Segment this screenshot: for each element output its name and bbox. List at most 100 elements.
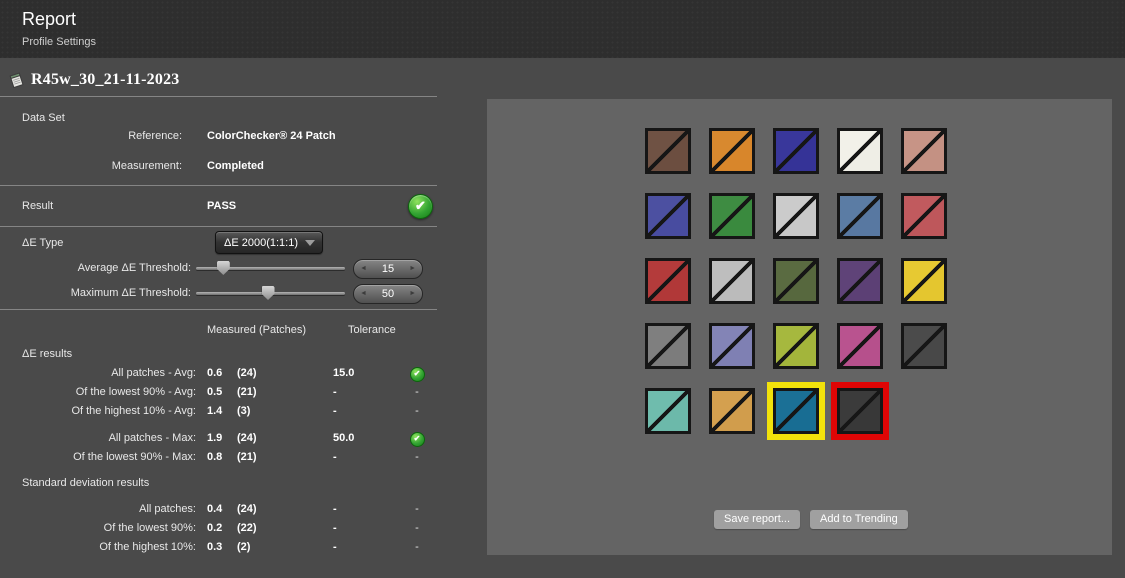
page-subtitle: Profile Settings (22, 36, 96, 48)
row-label: Of the lowest 90%: (0, 519, 196, 538)
color-patch[interactable] (901, 193, 947, 239)
results-row: All patches:0.4(24)-- (0, 500, 437, 519)
color-patch[interactable] (773, 128, 819, 174)
color-patch[interactable] (709, 128, 755, 174)
row-label: All patches - Max: (0, 429, 196, 448)
patch-count: (2) (237, 538, 250, 557)
slider-handle[interactable] (217, 261, 230, 275)
results-row: All patches - Avg:0.6(24)15.0✔ (0, 364, 437, 383)
reference-value: ColorChecker® 24 Patch (207, 130, 336, 142)
measurement-value: Completed (207, 160, 264, 172)
measured-value: 0.5 (207, 383, 222, 402)
page-title: Report (22, 9, 76, 30)
color-patch[interactable] (645, 258, 691, 304)
column-header-tolerance: Tolerance (348, 324, 396, 336)
max-threshold-label: Maximum ΔE Threshold: (0, 287, 191, 299)
results-row: Of the lowest 90% - Max: 0.8 (21) - - (0, 448, 437, 467)
row-label: Of the highest 10% - Avg: (0, 402, 196, 421)
color-patch[interactable] (901, 323, 947, 369)
results-row: Of the highest 10%:0.3(2)-- (0, 538, 437, 557)
results-section-title: Standard deviation results (0, 474, 437, 493)
patch-panel: Save report... Add to Trending (487, 99, 1112, 555)
tolerance-value: - (333, 519, 337, 538)
color-patch[interactable] (837, 323, 883, 369)
color-patch[interactable] (773, 323, 819, 369)
results-row: All patches - Max: 1.9 (24) 50.0 ✔ (0, 429, 437, 448)
results-row: Of the lowest 90%: 0.2 (22) - - (0, 519, 437, 538)
color-patch[interactable] (901, 258, 947, 304)
color-patch[interactable] (645, 388, 691, 434)
measured-value: 0.8 (207, 448, 222, 467)
color-patch[interactable] (837, 128, 883, 174)
add-to-trending-button[interactable]: Add to Trending (810, 510, 908, 529)
row-status: - (408, 383, 426, 402)
max-threshold-spinner[interactable]: ◄ 50 ► (353, 284, 423, 304)
avg-threshold-spinner[interactable]: ◄ 15 ► (353, 259, 423, 279)
spinner-right-arrow-icon[interactable]: ► (403, 261, 422, 277)
max-threshold-slider[interactable] (196, 286, 345, 301)
color-patch[interactable] (773, 193, 819, 239)
reference-label: Reference: (0, 130, 182, 142)
report-icon (8, 72, 25, 89)
color-patch[interactable] (645, 128, 691, 174)
color-patch[interactable] (709, 323, 755, 369)
row-status: - (408, 500, 426, 519)
color-patch-highlighted[interactable] (837, 388, 883, 434)
measured-value: 0.4 (207, 500, 222, 519)
results-row: Of the lowest 90% - Avg: 0.5 (21) - - (0, 383, 437, 402)
avg-threshold-value: 15 (373, 263, 403, 275)
status-dash: - (415, 503, 419, 515)
color-patch[interactable] (709, 193, 755, 239)
color-patch[interactable] (709, 258, 755, 304)
color-patch[interactable] (645, 193, 691, 239)
panel-buttons: Save report... Add to Trending (714, 510, 908, 529)
measured-value: 0.6 (207, 364, 222, 383)
tolerance-value: - (333, 383, 337, 402)
status-dash: - (415, 405, 419, 417)
color-patch-highlighted[interactable] (773, 388, 819, 434)
de-type-label: ΔE Type (22, 237, 63, 249)
color-patch[interactable] (901, 128, 947, 174)
measured-value: 0.3 (207, 538, 222, 557)
patch-count: (3) (237, 402, 250, 421)
color-patch[interactable] (645, 323, 691, 369)
de-type-selected: ΔE 2000(1:1:1) (216, 237, 305, 249)
color-patch[interactable] (837, 193, 883, 239)
measurement-label: Measurement: (0, 160, 182, 172)
row-status: ✔ (408, 429, 426, 448)
save-report-button[interactable]: Save report... (714, 510, 800, 529)
de-type-dropdown[interactable]: ΔE 2000(1:1:1) (215, 231, 323, 254)
measured-value: 0.2 (207, 519, 222, 538)
tolerance-value: - (333, 448, 337, 467)
status-dash: - (415, 541, 419, 553)
slider-handle[interactable] (262, 286, 275, 300)
result-label: Result (22, 200, 53, 212)
row-status: - (408, 402, 426, 421)
status-dash: - (415, 522, 419, 534)
color-patch[interactable] (773, 258, 819, 304)
divider (0, 309, 437, 310)
status-dash: - (415, 386, 419, 398)
spinner-left-arrow-icon[interactable]: ◄ (354, 261, 373, 277)
spinner-left-arrow-icon[interactable]: ◄ (354, 286, 373, 302)
measured-value: 1.9 (207, 429, 222, 448)
header-bar: Report Profile Settings (0, 0, 1125, 58)
pass-check-icon: ✔ (410, 367, 425, 382)
row-label: Of the lowest 90% - Avg: (0, 383, 196, 402)
divider (0, 185, 437, 186)
results-section-title: ΔE results (0, 345, 437, 364)
color-patch[interactable] (837, 258, 883, 304)
divider (0, 96, 437, 97)
status-dash: - (415, 451, 419, 463)
results-table-body: ΔE resultsAll patches - Avg:0.6(24)15.0✔… (0, 345, 437, 557)
spinner-right-arrow-icon[interactable]: ► (403, 286, 422, 302)
patch-count: (21) (237, 448, 257, 467)
row-label: Of the lowest 90% - Max: (0, 448, 196, 467)
patch-count: (24) (237, 364, 257, 383)
patch-count: (21) (237, 383, 257, 402)
tolerance-value: 50.0 (333, 429, 354, 448)
avg-threshold-slider[interactable] (196, 261, 345, 276)
patch-count: (24) (237, 429, 257, 448)
patch-count: (22) (237, 519, 257, 538)
color-patch[interactable] (709, 388, 755, 434)
